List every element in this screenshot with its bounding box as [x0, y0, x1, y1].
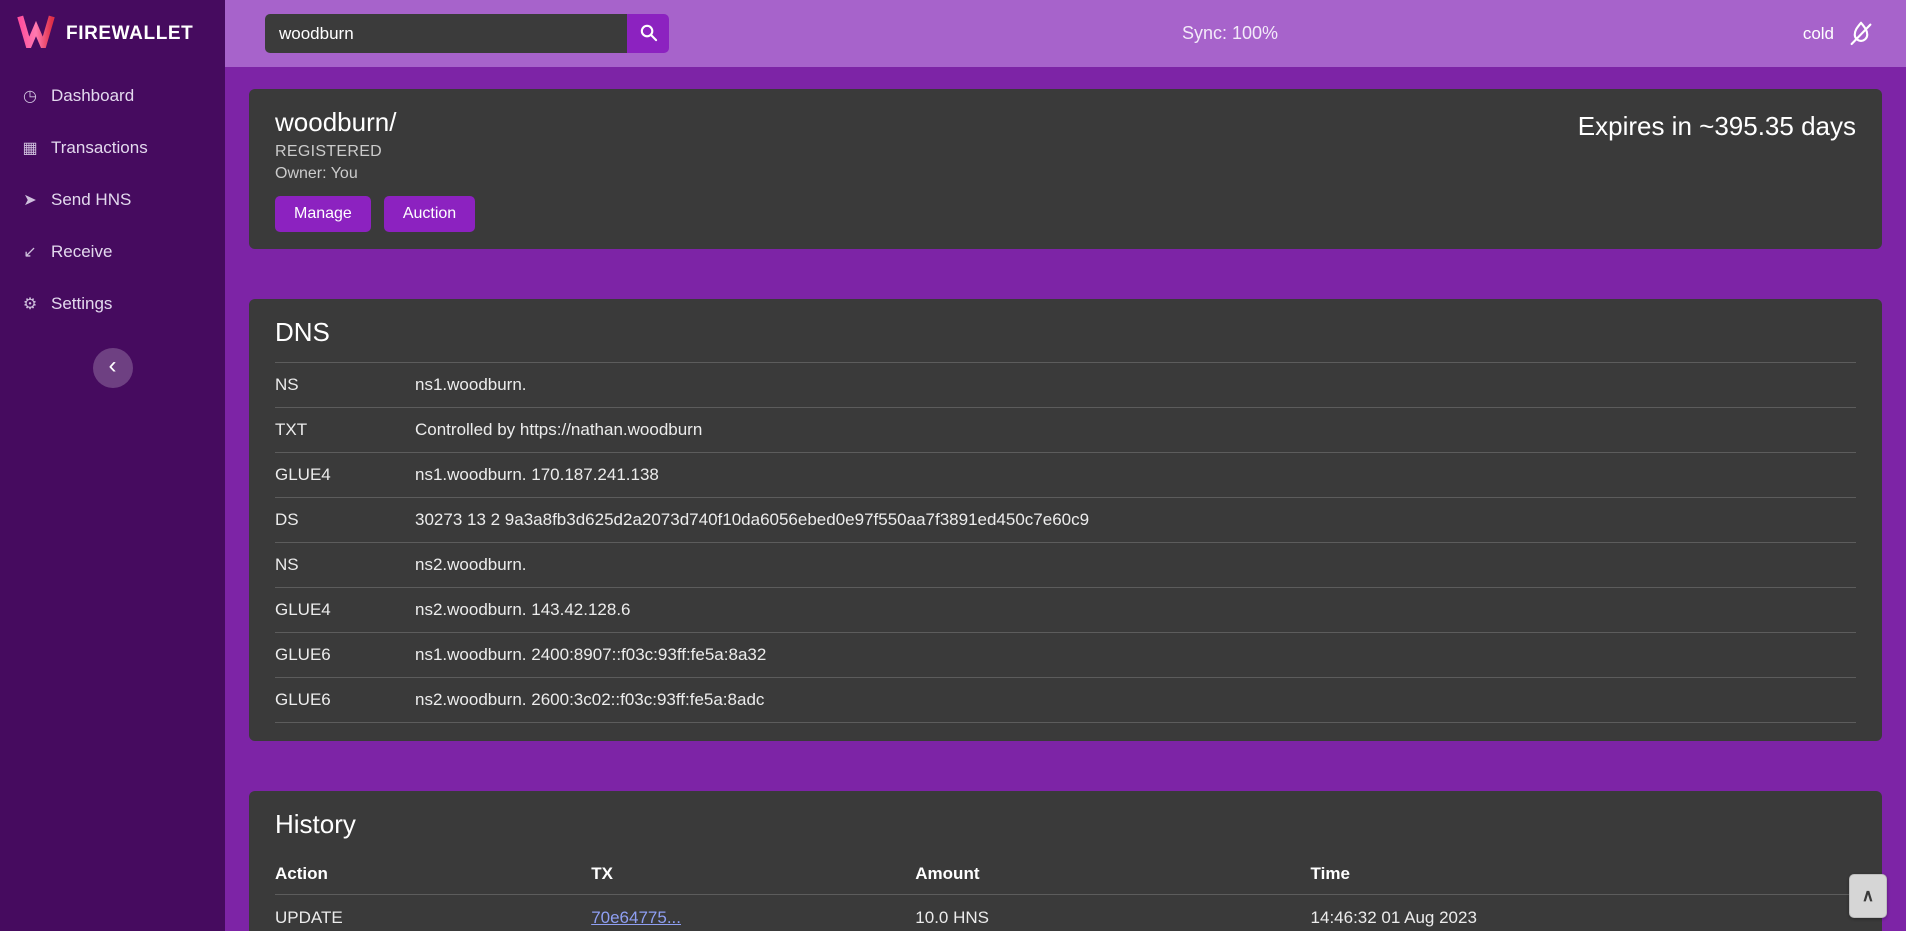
dns-record-value: 30273 13 2 9a3a8fb3d625d2a2073d740f10da6… [415, 498, 1856, 543]
transactions-icon: ▦ [20, 138, 40, 158]
dns-record-type: GLUE4 [275, 453, 415, 498]
name-status: REGISTERED [275, 143, 1856, 161]
sidebar-item-label: Dashboard [51, 86, 134, 106]
dns-record-value: ns2.woodburn. 2600:3c02::f03c:93ff:fe5a:… [415, 678, 1856, 723]
dns-record-type: TXT [275, 408, 415, 453]
wallet-mode-label: cold [1803, 24, 1834, 44]
send-icon: ➤ [20, 190, 40, 210]
chevron-up-icon: ∧ [1862, 886, 1874, 906]
manage-button[interactable]: Manage [275, 196, 371, 232]
sidebar: FIREWALLET ◷ Dashboard ▦ Transactions ➤ … [0, 0, 225, 931]
brand: FIREWALLET [0, 0, 225, 67]
sidebar-collapse-button[interactable]: ‹ [93, 348, 133, 388]
brand-name: FIREWALLET [66, 23, 193, 45]
history-card: History Action TX Amount Time UPDATE 70e… [249, 791, 1882, 931]
dns-record-value: Controlled by https://nathan.woodburn [415, 408, 1856, 453]
search-input[interactable] [265, 14, 627, 53]
history-col-amount: Amount [915, 854, 1310, 895]
sidebar-nav: ◷ Dashboard ▦ Transactions ➤ Send HNS ↙ … [0, 67, 225, 330]
dns-record-row: NS ns2.woodburn. [275, 543, 1856, 588]
sidebar-item-send-hns[interactable]: ➤ Send HNS [0, 174, 225, 226]
dns-table: NS ns1.woodburn. TXT Controlled by https… [275, 362, 1856, 723]
expires-label: Expires in ~395.35 days [1578, 111, 1856, 142]
dns-record-value: ns2.woodburn. 143.42.128.6 [415, 588, 1856, 633]
sidebar-item-label: Receive [51, 242, 112, 262]
dns-record-type: NS [275, 543, 415, 588]
history-header-row: Action TX Amount Time [275, 854, 1856, 895]
sidebar-item-label: Send HNS [51, 190, 131, 210]
tx-link[interactable]: 70e64775... [591, 908, 681, 927]
name-owner: Owner: You [275, 165, 1856, 183]
sidebar-item-dashboard[interactable]: ◷ Dashboard [0, 70, 225, 122]
settings-icon: ⚙ [20, 294, 40, 314]
dns-record-type: GLUE6 [275, 633, 415, 678]
dns-record-value: ns1.woodburn. 170.187.241.138 [415, 453, 1856, 498]
history-col-time: Time [1311, 854, 1856, 895]
dns-record-row: GLUE6 ns2.woodburn. 2600:3c02::f03c:93ff… [275, 678, 1856, 723]
sidebar-item-transactions[interactable]: ▦ Transactions [0, 122, 225, 174]
history-title: History [275, 809, 1856, 840]
scroll-to-top-button[interactable]: ∧ [1849, 874, 1887, 918]
dns-record-row: TXT Controlled by https://nathan.woodbur… [275, 408, 1856, 453]
dns-record-row: GLUE6 ns1.woodburn. 2400:8907::f03c:93ff… [275, 633, 1856, 678]
name-card: woodburn/ REGISTERED Owner: You Manage A… [249, 89, 1882, 249]
dns-record-value: ns1.woodburn. [415, 363, 1856, 408]
dns-record-type: GLUE6 [275, 678, 415, 723]
history-table: Action TX Amount Time UPDATE 70e64775...… [275, 854, 1856, 931]
sidebar-item-receive[interactable]: ↙ Receive [0, 226, 225, 278]
history-amount: 10.0 HNS [915, 895, 1310, 931]
dns-record-row: GLUE4 ns2.woodburn. 143.42.128.6 [275, 588, 1856, 633]
dns-record-value: ns1.woodburn. 2400:8907::f03c:93ff:fe5a:… [415, 633, 1856, 678]
wallet-mode-indicator: cold [1803, 19, 1906, 49]
search-group [265, 14, 669, 53]
receive-icon: ↙ [20, 242, 40, 262]
dns-record-row: DS 30273 13 2 9a3a8fb3d625d2a2073d740f10… [275, 498, 1856, 543]
dashboard-icon: ◷ [20, 86, 40, 106]
dns-record-value: ns2.woodburn. [415, 543, 1856, 588]
dns-record-type: DS [275, 498, 415, 543]
sidebar-item-label: Settings [51, 294, 112, 314]
auction-button[interactable]: Auction [384, 196, 475, 232]
sync-status: Sync: 100% [1182, 23, 1278, 44]
cold-wallet-icon[interactable] [1844, 19, 1878, 49]
name-actions: Manage Auction [275, 196, 1856, 232]
history-col-action: Action [275, 854, 591, 895]
firewallet-logo-icon [16, 14, 56, 53]
sidebar-item-settings[interactable]: ⚙ Settings [0, 278, 225, 330]
main-content: woodburn/ REGISTERED Owner: You Manage A… [225, 67, 1906, 931]
sidebar-item-label: Transactions [51, 138, 148, 158]
history-time: 14:46:32 01 Aug 2023 [1311, 895, 1856, 931]
dns-card: DNS NS ns1.woodburn. TXT Controlled by h… [249, 299, 1882, 741]
chevron-left-icon: ‹ [109, 354, 117, 378]
dns-record-row: GLUE4 ns1.woodburn. 170.187.241.138 [275, 453, 1856, 498]
search-icon [639, 23, 658, 45]
dns-record-row: NS ns1.woodburn. [275, 363, 1856, 408]
topbar: Sync: 100% cold [225, 0, 1906, 67]
dns-record-type: GLUE4 [275, 588, 415, 633]
history-row: UPDATE 70e64775... 10.0 HNS 14:46:32 01 … [275, 895, 1856, 931]
history-col-tx: TX [591, 854, 915, 895]
dns-title: DNS [275, 317, 1856, 348]
history-action: UPDATE [275, 895, 591, 931]
dns-record-type: NS [275, 363, 415, 408]
search-button[interactable] [627, 14, 669, 53]
